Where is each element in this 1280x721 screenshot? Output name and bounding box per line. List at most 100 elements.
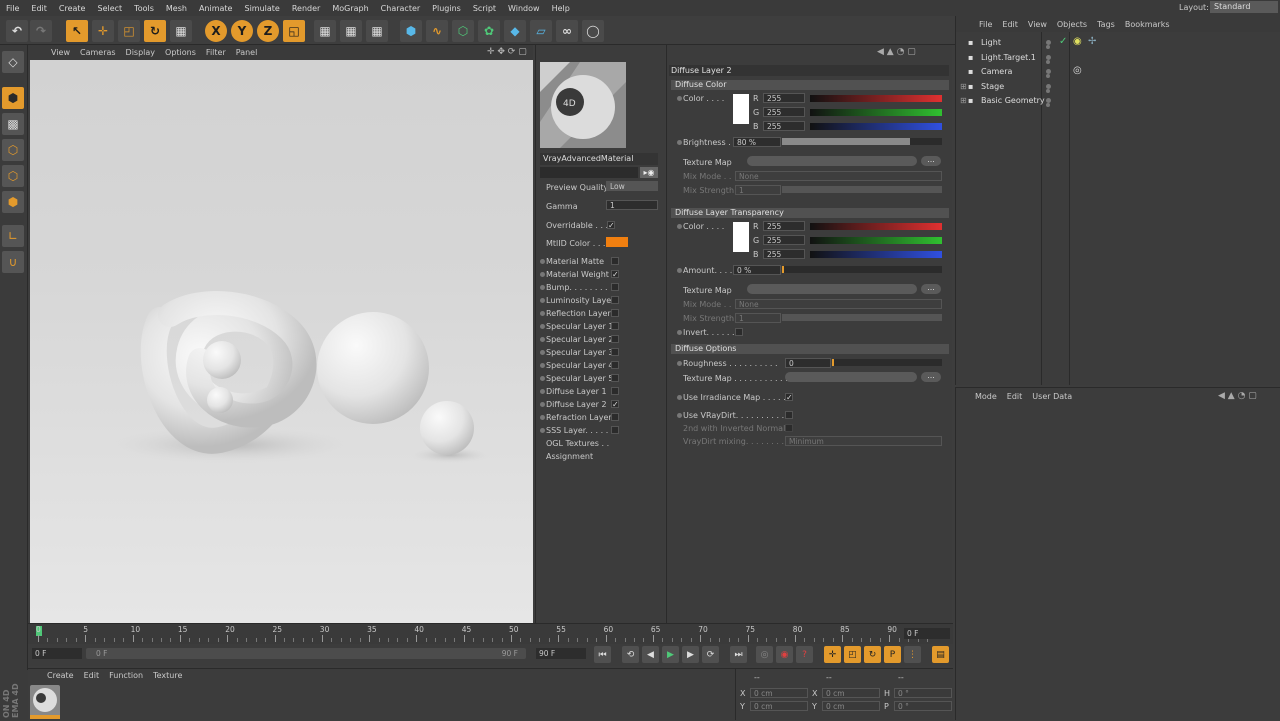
frame-range-slider[interactable]: 0 F 90 F (86, 648, 526, 659)
visibility-editor-dot[interactable] (1046, 54, 1051, 60)
trans-mix-mode-select[interactable]: None (735, 299, 942, 309)
prev-frame-icon[interactable]: ◀ (642, 646, 659, 663)
material-browse-icon[interactable]: ▸◉ (640, 167, 658, 178)
attr-manager-menu-user-data[interactable]: User Data (1027, 392, 1077, 401)
autokey-icon[interactable]: ◉ (776, 646, 793, 663)
render-view-icon[interactable]: ▦ (314, 20, 336, 42)
viewport-menu-filter[interactable]: Filter (201, 48, 231, 57)
key-parameter-icon[interactable]: P (884, 646, 901, 663)
key-position-icon[interactable]: ✛ (824, 646, 841, 663)
preview-quality-select[interactable]: Low (606, 181, 658, 191)
channel-checkbox[interactable] (611, 309, 619, 317)
channel-checkbox[interactable] (611, 283, 619, 291)
undo-icon[interactable]: ↶ (6, 20, 28, 42)
gamma-field[interactable]: 1 (606, 200, 658, 210)
visibility-render-dot[interactable] (1046, 88, 1050, 93)
camera-icon[interactable]: ∞ (556, 20, 578, 42)
texture-map-button[interactable] (747, 156, 917, 166)
color-swatch[interactable] (733, 94, 749, 124)
material-name-field[interactable]: VrayAdvancedMaterial (540, 153, 658, 165)
light-tag-icon[interactable]: ◉ (1073, 36, 1082, 47)
attr-manager-menu-edit[interactable]: Edit (1002, 392, 1028, 401)
channel-checkbox[interactable] (611, 257, 619, 265)
g-slider[interactable] (810, 109, 942, 116)
menu-animate[interactable]: Animate (193, 4, 239, 13)
visibility-editor-dot[interactable] (1046, 83, 1051, 89)
menu-plugins[interactable]: Plugins (426, 4, 467, 13)
options-texture-button[interactable] (785, 372, 917, 382)
trans-texture-options[interactable]: ... (921, 284, 941, 294)
rotate-icon[interactable]: ↻ (144, 20, 166, 42)
timeline-ruler[interactable]: 0 5 10 15 20 25 30 35 40 45 50 55 60 65 70 75 80 85 90 0 F (28, 623, 953, 644)
viewport-menu-view[interactable]: View (46, 48, 75, 57)
color-swatch[interactable] (733, 222, 749, 252)
channel-checkbox[interactable] (611, 322, 619, 330)
timeline-window-icon[interactable]: ▤ (932, 646, 949, 663)
visibility-render-dot[interactable] (1046, 59, 1050, 64)
menu-mograph[interactable]: MoGraph (326, 4, 374, 13)
go-to-end-icon[interactable]: ⏭ (730, 646, 747, 663)
polygons-mode-icon[interactable]: ⬢ (2, 191, 24, 213)
material-preview[interactable]: 4D (540, 62, 626, 148)
start-frame-field[interactable]: 0 F (32, 648, 82, 659)
menu-character[interactable]: Character (375, 4, 427, 13)
r-field[interactable]: 255 (763, 93, 805, 103)
mix-strength-field[interactable]: 1 (735, 185, 781, 195)
expand-icon[interactable]: ⊞ (960, 96, 967, 105)
trans-mix-strength-slider[interactable] (782, 314, 942, 321)
layout-select[interactable]: Standard (1210, 1, 1278, 13)
coord-field[interactable]: 0 ° (894, 688, 952, 698)
coord-field[interactable]: 0 ° (894, 701, 952, 711)
coordinate-system-icon[interactable]: ◱ (283, 20, 305, 42)
channel-checkbox[interactable] (611, 296, 619, 304)
menu-window[interactable]: Window (502, 4, 546, 13)
expand-icon[interactable]: ⊞ (960, 82, 967, 91)
options-texture-options[interactable]: ... (921, 372, 941, 382)
viewport-nav-icons[interactable]: ✛ ✥ ⟳ ▢ (487, 47, 527, 57)
menu-mesh[interactable]: Mesh (160, 4, 193, 13)
roughness-field[interactable]: 0 (785, 358, 831, 368)
attr-manager-nav-icons[interactable]: ◀ ▲ ◔ ▢ (1218, 391, 1257, 401)
amount-slider[interactable] (782, 266, 942, 273)
viewport-menu-display[interactable]: Display (121, 48, 161, 57)
brightness-slider[interactable] (782, 138, 942, 145)
g-slider[interactable] (810, 237, 942, 244)
render-picture-icon[interactable]: ▦ (340, 20, 362, 42)
amount-field[interactable]: 0 % (733, 265, 781, 275)
spline-icon[interactable]: ∿ (426, 20, 448, 42)
camera-tag-icon[interactable]: ◎ (1073, 65, 1082, 76)
brightness-field[interactable]: 80 % (733, 137, 781, 147)
x-axis-button[interactable]: X (205, 20, 227, 42)
channel-checkbox[interactable] (611, 335, 619, 343)
viewport-menu-options[interactable]: Options (160, 48, 201, 57)
b-field[interactable]: 255 (763, 121, 805, 131)
inverted-normals-checkbox[interactable] (785, 424, 793, 432)
object-name[interactable]: Camera (981, 67, 1012, 76)
channel-checkbox[interactable] (611, 413, 619, 421)
z-axis-button[interactable]: Z (257, 20, 279, 42)
points-mode-icon[interactable]: ⬡ (2, 139, 24, 161)
objects-menu-bookmarks[interactable]: Bookmarks (1120, 20, 1175, 29)
material-manager-menu-create[interactable]: Create (42, 671, 79, 680)
object-name[interactable]: Stage (981, 82, 1004, 91)
objects-menu-objects[interactable]: Objects (1052, 20, 1092, 29)
subdivision-icon[interactable]: ⬡ (452, 20, 474, 42)
visibility-render-dot[interactable] (1046, 45, 1050, 49)
floor-icon[interactable]: ▱ (530, 20, 552, 42)
objects-menu-view[interactable]: View (1023, 20, 1052, 29)
channel-checkbox[interactable] (611, 348, 619, 356)
clapboard-icon[interactable]: ▦ (170, 20, 192, 42)
attr-manager-menu-mode[interactable]: Mode (970, 392, 1002, 401)
menu-create[interactable]: Create (53, 4, 92, 13)
b-field[interactable]: 255 (763, 249, 805, 259)
y-axis-button[interactable]: Y (231, 20, 253, 42)
key-pla-icon[interactable]: ⋮ (904, 646, 921, 663)
mix-strength-slider[interactable] (782, 186, 942, 193)
g-field[interactable]: 255 (763, 235, 805, 245)
material-manager-menu-texture[interactable]: Texture (148, 671, 187, 680)
b-slider[interactable] (810, 123, 942, 130)
enabled-check-icon[interactable]: ✓ (1059, 36, 1067, 47)
coord-field[interactable]: 0 cm (750, 688, 808, 698)
trans-mix-strength-field[interactable]: 1 (735, 313, 781, 323)
viewport[interactable] (30, 60, 533, 623)
